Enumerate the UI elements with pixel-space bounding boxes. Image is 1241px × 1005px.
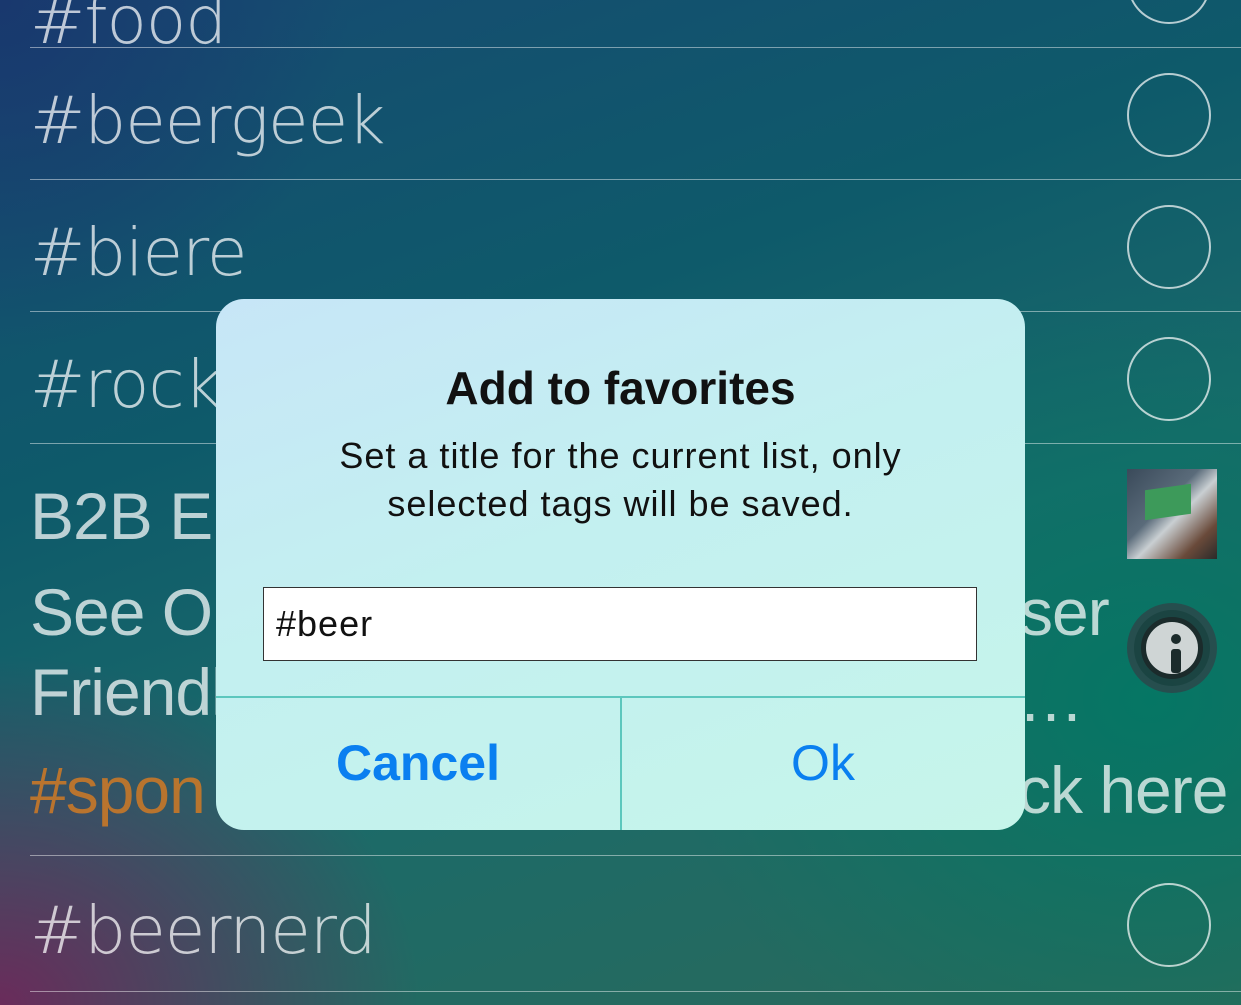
add-favorites-dialog: Add to favorites Set a title for the cur… — [216, 299, 1025, 830]
dialog-title: Add to favorites — [445, 362, 796, 414]
info-icon[interactable] — [1127, 603, 1217, 693]
tag-label: #beernerd — [30, 892, 377, 969]
select-circle-icon[interactable] — [1127, 73, 1211, 157]
ad-cta[interactable]: ck here — [1018, 752, 1228, 828]
ad-body-line1: See O — [30, 575, 213, 649]
ad-ellipsis: … — [1018, 661, 1084, 735]
list-item[interactable]: #biere — [30, 180, 1241, 312]
dialog-message: Set a title for the current list, only s… — [339, 435, 902, 524]
ad-body-line1-tail: ser — [1020, 575, 1110, 649]
favorite-title-input[interactable] — [263, 587, 977, 661]
list-item[interactable]: #beernerd — [30, 856, 1241, 992]
select-circle-icon[interactable] — [1127, 205, 1211, 289]
ad-body-line2: Friendl — [30, 655, 226, 729]
list-item[interactable]: #beergeek — [30, 48, 1241, 180]
cancel-button[interactable]: Cancel — [216, 697, 620, 830]
ok-button[interactable]: Ok — [621, 697, 1025, 830]
list-item[interactable]: #food — [30, 0, 1241, 59]
select-circle-icon[interactable] — [1127, 337, 1211, 421]
tag-label: #biere — [30, 214, 247, 291]
tag-label: #rock — [30, 346, 222, 423]
tag-label: #beergeek — [30, 82, 385, 159]
ad-sponsor-tag[interactable]: #spon — [30, 752, 206, 828]
ad-title: B2B E — [30, 479, 213, 553]
select-circle-icon[interactable] — [1127, 883, 1211, 967]
ad-thumbnail-image[interactable] — [1127, 469, 1217, 559]
